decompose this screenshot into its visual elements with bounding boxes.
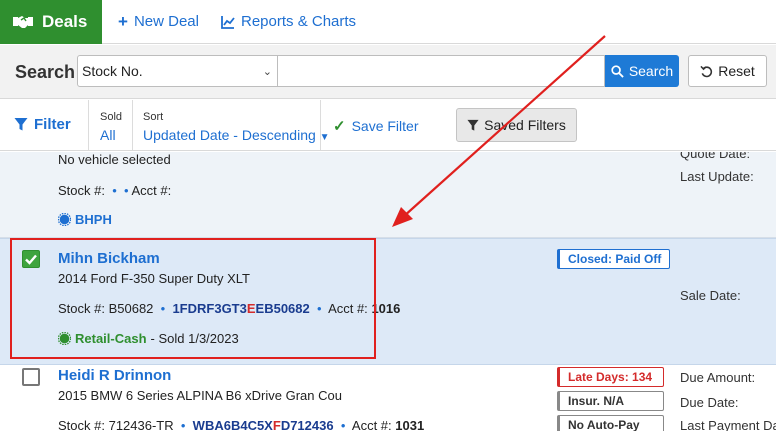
top-nav: Deals + New Deal Reports & Charts <box>0 0 776 44</box>
search-button-label: Search <box>628 63 674 79</box>
last-payment-date-label: Last Payment Date: <box>680 418 776 431</box>
auto-pay-badge: No Auto-Pay <box>557 415 664 431</box>
filter-label: Filter <box>34 116 71 133</box>
stock-line: Stock #: 712436-TR • WBA6B4C5XFD712436 •… <box>58 418 424 431</box>
deal-type-tag: BHPH <box>58 212 112 227</box>
divider <box>320 100 321 150</box>
separator-dot: • <box>177 418 190 431</box>
search-field-select[interactable]: Stock No. ⌄ <box>77 55 278 87</box>
save-filter-label: Save Filter <box>351 118 419 134</box>
saved-filters-label: Saved Filters <box>484 117 566 133</box>
stock-label: Stock #: <box>58 418 105 431</box>
plus-icon: + <box>118 12 128 31</box>
last-update-label: Last Update: <box>680 169 754 184</box>
search-label: Search <box>15 62 76 82</box>
annotation-highlight-box <box>10 238 376 359</box>
deal-type-label: BHPH <box>75 212 112 227</box>
stock-number: 712436-TR <box>108 418 174 431</box>
customer-name-link[interactable]: Heidi R Drinnon <box>58 367 171 384</box>
undo-icon <box>700 65 713 77</box>
divider <box>88 100 89 150</box>
search-icon <box>611 64 624 78</box>
reports-charts-label: Reports & Charts <box>241 13 357 30</box>
deal-row[interactable]: No vehicle selected Stock #: • • Acct #:… <box>0 152 776 238</box>
deals-brand[interactable]: Deals <box>0 0 102 44</box>
caret-down-icon: ▼ <box>319 132 330 143</box>
starburst-icon <box>58 213 71 226</box>
chevron-down-icon: ⌄ <box>262 66 272 78</box>
reset-button-label: Reset <box>718 63 755 79</box>
saved-filters-button[interactable]: Saved Filters <box>456 108 577 142</box>
filter-button[interactable]: Filter <box>14 116 71 133</box>
sort-value: Updated Date - Descending <box>143 127 316 143</box>
acct-label: Acct #: <box>351 418 392 431</box>
status-badge: Closed: Paid Off <box>557 249 671 269</box>
search-bar: Search Stock No. ⌄ Search Reset <box>0 45 776 99</box>
vin-part: D712436 <box>280 418 334 431</box>
handshake-icon <box>13 16 33 28</box>
reset-button[interactable]: Reset <box>688 55 767 87</box>
reports-charts-link[interactable]: Reports & Charts <box>221 13 356 30</box>
acct-number: 1031 <box>395 418 425 431</box>
vehicle-name: No vehicle selected <box>58 152 171 167</box>
funnel-icon <box>14 118 28 131</box>
stock-label: Stock #: <box>58 183 105 198</box>
vin-number[interactable]: WBA6B4C5XFD712436 <box>193 418 334 431</box>
acct-label: Acct #: <box>131 183 172 198</box>
stock-line: Stock #: • • Acct #: <box>58 183 171 198</box>
vin-part: WBA6B4C5X <box>192 418 273 431</box>
separator-dot: • • <box>108 183 129 198</box>
sold-filter-value[interactable]: All <box>100 127 116 143</box>
separator-dot: • <box>337 418 349 431</box>
filter-bar: Filter Sold All Sort Updated Date - Desc… <box>0 100 776 151</box>
row-checkbox[interactable] <box>22 368 40 386</box>
line-chart-icon <box>221 15 235 29</box>
new-deal-label: New Deal <box>133 13 199 30</box>
save-filter-button[interactable]: ✓ Save Filter <box>333 117 419 135</box>
sort-label: Sort <box>143 111 164 123</box>
sold-filter-label: Sold <box>100 111 123 123</box>
check-icon: ✓ <box>333 118 346 135</box>
late-days-badge: Late Days: 134 <box>557 367 664 387</box>
brand-label: Deals <box>42 12 88 31</box>
sort-select[interactable]: Updated Date - Descending ▼ <box>143 127 330 143</box>
search-button[interactable]: Search <box>605 55 679 87</box>
divider <box>132 100 133 150</box>
insurance-badge: Insur. N/A <box>557 391 664 411</box>
due-date-label: Due Date: <box>680 395 739 410</box>
due-amount-label: Due Amount: <box>680 370 756 385</box>
search-field-value: Stock No. <box>82 63 143 79</box>
funnel-icon <box>467 119 479 131</box>
new-deal-link[interactable]: + New Deal <box>118 13 199 30</box>
search-input[interactable] <box>278 55 605 87</box>
vin-highlight: F <box>272 418 281 431</box>
quote-date-label: Quote Date: <box>680 152 751 161</box>
sale-date-label: Sale Date: <box>680 288 741 303</box>
vehicle-name: 2015 BMW 6 Series ALPINA B6 xDrive Gran … <box>58 388 342 403</box>
deal-row[interactable]: Heidi R Drinnon 2015 BMW 6 Series ALPINA… <box>0 365 776 431</box>
